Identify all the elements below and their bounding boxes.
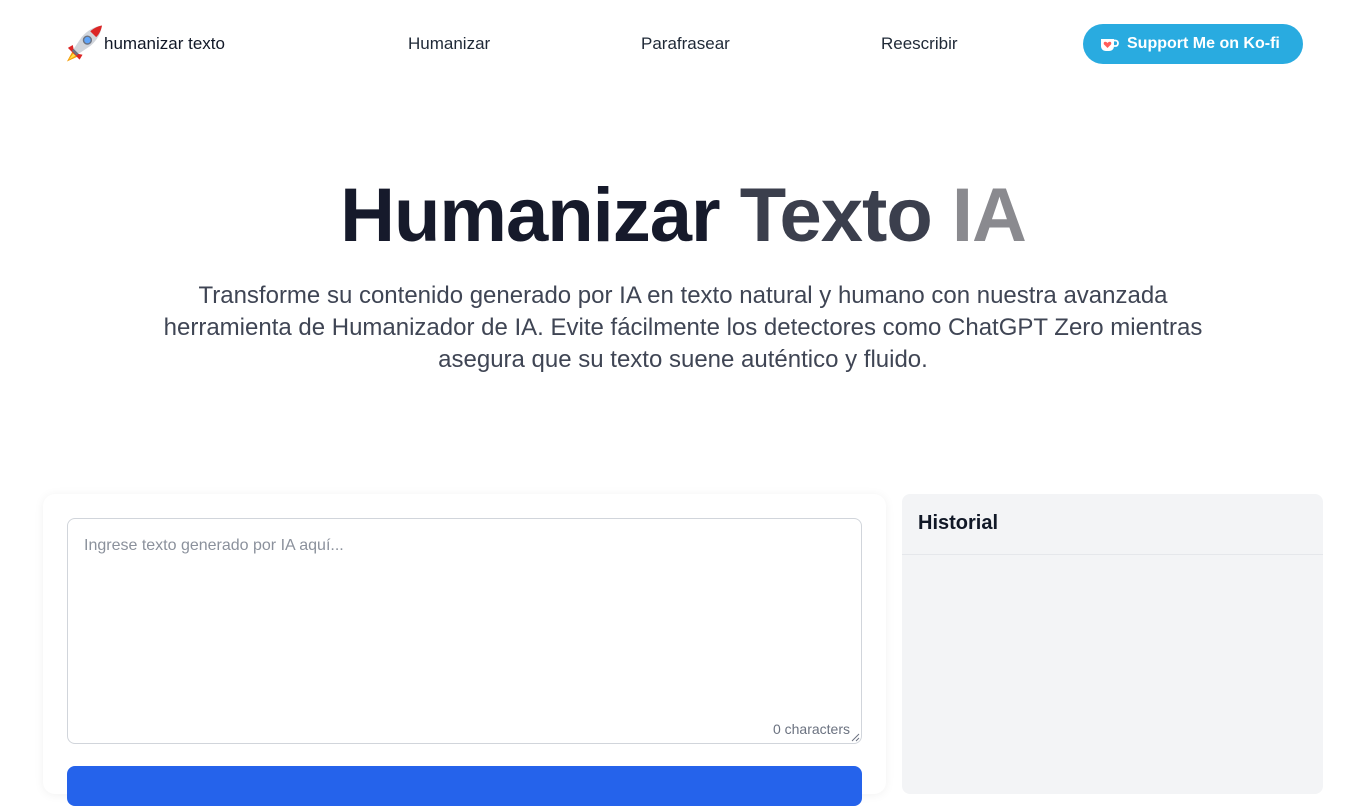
kofi-cup-icon: [1101, 39, 1119, 51]
rocket-icon: [66, 25, 103, 62]
title-word-humanizar: Humanizar: [340, 173, 721, 258]
input-card: 0 characters: [43, 494, 886, 806]
ai-text-input[interactable]: [68, 519, 861, 743]
title-word-texto: Texto: [739, 173, 933, 258]
nav-reescribir[interactable]: Reescribir: [881, 33, 958, 55]
text-input-wrapper: 0 characters: [67, 518, 862, 744]
nav-humanizar[interactable]: Humanizar: [408, 33, 490, 55]
page-subtitle: Transforme su contenido generado por IA …: [163, 282, 1203, 373]
kofi-support-button[interactable]: Support Me on Ko-fi: [1083, 24, 1303, 64]
kofi-button-label: Support Me on Ko-fi: [1127, 35, 1280, 52]
nav-parafrasear[interactable]: Parafrasear: [641, 33, 730, 55]
history-header: Historial: [902, 494, 1323, 555]
logo-text: humanizar texto: [104, 34, 225, 53]
history-panel: Historial: [902, 494, 1323, 794]
humanize-submit-button[interactable]: [67, 766, 862, 806]
site-header: humanizar texto Humanizar Parafrasear Re…: [0, 0, 1366, 88]
title-word-ia: IA: [951, 173, 1027, 258]
logo-link[interactable]: humanizar texto: [64, 24, 225, 64]
history-title: Historial: [918, 512, 999, 534]
character-count: 0 characters: [772, 721, 850, 737]
page-title: Humanizar Texto IA: [0, 172, 1366, 260]
resize-handle-icon[interactable]: [850, 732, 860, 742]
